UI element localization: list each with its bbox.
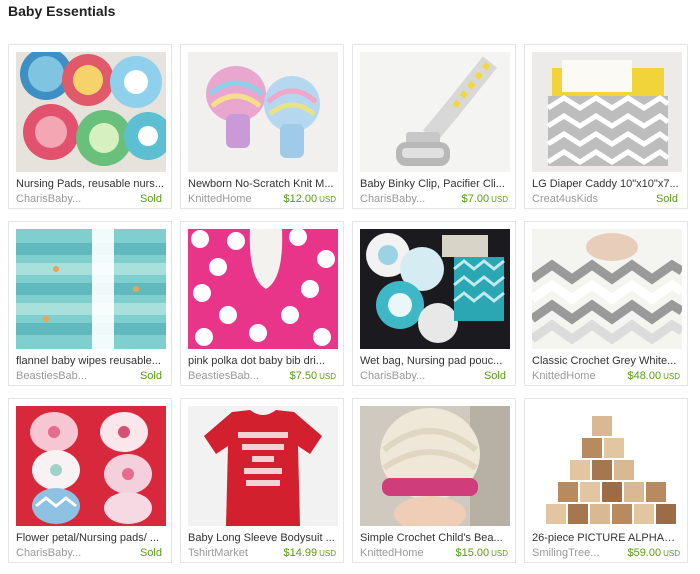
shop-name[interactable]: CharisBaby... xyxy=(16,547,81,560)
currency-label: USD xyxy=(319,195,336,204)
price-label: $7.00 USD xyxy=(462,193,508,206)
shop-name[interactable]: CharisBaby... xyxy=(360,370,425,383)
price-label: $14.99 USD xyxy=(283,547,336,560)
listing-image[interactable] xyxy=(188,406,338,526)
price-label: Sold xyxy=(140,193,164,206)
listing-image[interactable] xyxy=(16,52,166,172)
price-value: $59.00 xyxy=(627,547,662,559)
price-value: $7.00 xyxy=(461,193,490,205)
currency-label: USD xyxy=(319,372,336,381)
price-label: $12.00 USD xyxy=(283,193,336,206)
price-label: $48.00 USD xyxy=(627,370,680,383)
listing-card[interactable]: Newborn No-Scratch Knit M... KnittedHome… xyxy=(180,44,344,209)
currency-label: USD xyxy=(663,549,680,558)
price-label: Sold xyxy=(140,547,164,560)
listing-card[interactable]: pink polka dot baby bib dri... BeastiesB… xyxy=(180,221,344,386)
shop-name[interactable]: KnittedHome xyxy=(532,370,596,383)
price-label: $7.50 USD xyxy=(290,370,336,383)
price-value: $12.00 xyxy=(283,193,318,205)
listing-title[interactable]: Nursing Pads, reusable nurs... xyxy=(16,178,164,190)
shop-name[interactable]: TshirtMarket xyxy=(188,547,248,560)
price-value: Sold xyxy=(139,547,162,559)
listing-grid: Nursing Pads, reusable nurs... CharisBab… xyxy=(8,44,688,563)
price-label: $59.00 USD xyxy=(627,547,680,560)
listing-card[interactable]: Nursing Pads, reusable nurs... CharisBab… xyxy=(8,44,172,209)
price-value: $14.99 xyxy=(283,547,318,559)
listing-image[interactable] xyxy=(16,229,166,349)
listing-card[interactable]: Classic Crochet Grey White... KnittedHom… xyxy=(524,221,688,386)
listing-card[interactable]: LG Diaper Caddy 10"x10"x7... Creat4usKid… xyxy=(524,44,688,209)
listing-card[interactable]: Flower petal/Nursing pads/ ... CharisBab… xyxy=(8,398,172,563)
price-value: Sold xyxy=(139,193,162,205)
listing-card[interactable]: Wet bag, Nursing pad pouc... CharisBaby.… xyxy=(352,221,516,386)
listing-image[interactable] xyxy=(360,52,510,172)
price-value: $48.00 xyxy=(627,370,662,382)
shop-name[interactable]: Creat4usKids xyxy=(532,193,598,206)
price-value: Sold xyxy=(139,370,162,382)
shop-name[interactable]: SmilingTree... xyxy=(532,547,599,560)
price-label: $15.00 USD xyxy=(455,547,508,560)
price-value: $15.00 xyxy=(455,547,490,559)
shop-name[interactable]: CharisBaby... xyxy=(16,193,81,206)
listing-title[interactable]: Baby Long Sleeve Bodysuit ... xyxy=(188,532,336,544)
listing-image[interactable] xyxy=(360,406,510,526)
listing-card[interactable]: Baby Long Sleeve Bodysuit ... TshirtMark… xyxy=(180,398,344,563)
listing-image[interactable] xyxy=(532,406,682,526)
listing-image[interactable] xyxy=(532,52,682,172)
listing-title[interactable]: Baby Binky Clip, Pacifier Cli... xyxy=(360,178,508,190)
listing-title[interactable]: pink polka dot baby bib dri... xyxy=(188,355,336,367)
listing-title[interactable]: Classic Crochet Grey White... xyxy=(532,355,680,367)
shop-name[interactable]: BeastiesBab... xyxy=(188,370,259,383)
listing-title[interactable]: 26-piece PICTURE ALPHABE... xyxy=(532,532,680,544)
listing-title[interactable]: flannel baby wipes reusable... xyxy=(16,355,164,367)
currency-label: USD xyxy=(319,549,336,558)
price-value: $7.50 xyxy=(289,370,318,382)
listing-title[interactable]: Flower petal/Nursing pads/ ... xyxy=(16,532,164,544)
listing-title[interactable]: Simple Crochet Child's Bea... xyxy=(360,532,508,544)
shop-name[interactable]: KnittedHome xyxy=(188,193,252,206)
listing-card[interactable]: Baby Binky Clip, Pacifier Cli... CharisB… xyxy=(352,44,516,209)
listing-card[interactable]: 26-piece PICTURE ALPHABE... SmilingTree.… xyxy=(524,398,688,563)
shop-name[interactable]: BeastiesBab... xyxy=(16,370,87,383)
listing-image[interactable] xyxy=(532,229,682,349)
currency-label: USD xyxy=(491,549,508,558)
price-value: Sold xyxy=(655,193,678,205)
listing-title[interactable]: Wet bag, Nursing pad pouc... xyxy=(360,355,508,367)
price-label: Sold xyxy=(656,193,680,206)
section-title: Baby Essentials xyxy=(8,3,116,19)
price-value: Sold xyxy=(483,370,506,382)
currency-label: USD xyxy=(663,372,680,381)
price-label: Sold xyxy=(484,370,508,383)
listing-card[interactable]: flannel baby wipes reusable... BeastiesB… xyxy=(8,221,172,386)
price-label: Sold xyxy=(140,370,164,383)
listing-title[interactable]: Newborn No-Scratch Knit M... xyxy=(188,178,336,190)
currency-label: USD xyxy=(491,195,508,204)
listing-image[interactable] xyxy=(188,52,338,172)
shop-name[interactable]: CharisBaby... xyxy=(360,193,425,206)
listing-title[interactable]: LG Diaper Caddy 10"x10"x7... xyxy=(532,178,680,190)
listing-card[interactable]: Simple Crochet Child's Bea... KnittedHom… xyxy=(352,398,516,563)
listing-image[interactable] xyxy=(188,229,338,349)
shop-name[interactable]: KnittedHome xyxy=(360,547,424,560)
listing-image[interactable] xyxy=(360,229,510,349)
listing-image[interactable] xyxy=(16,406,166,526)
